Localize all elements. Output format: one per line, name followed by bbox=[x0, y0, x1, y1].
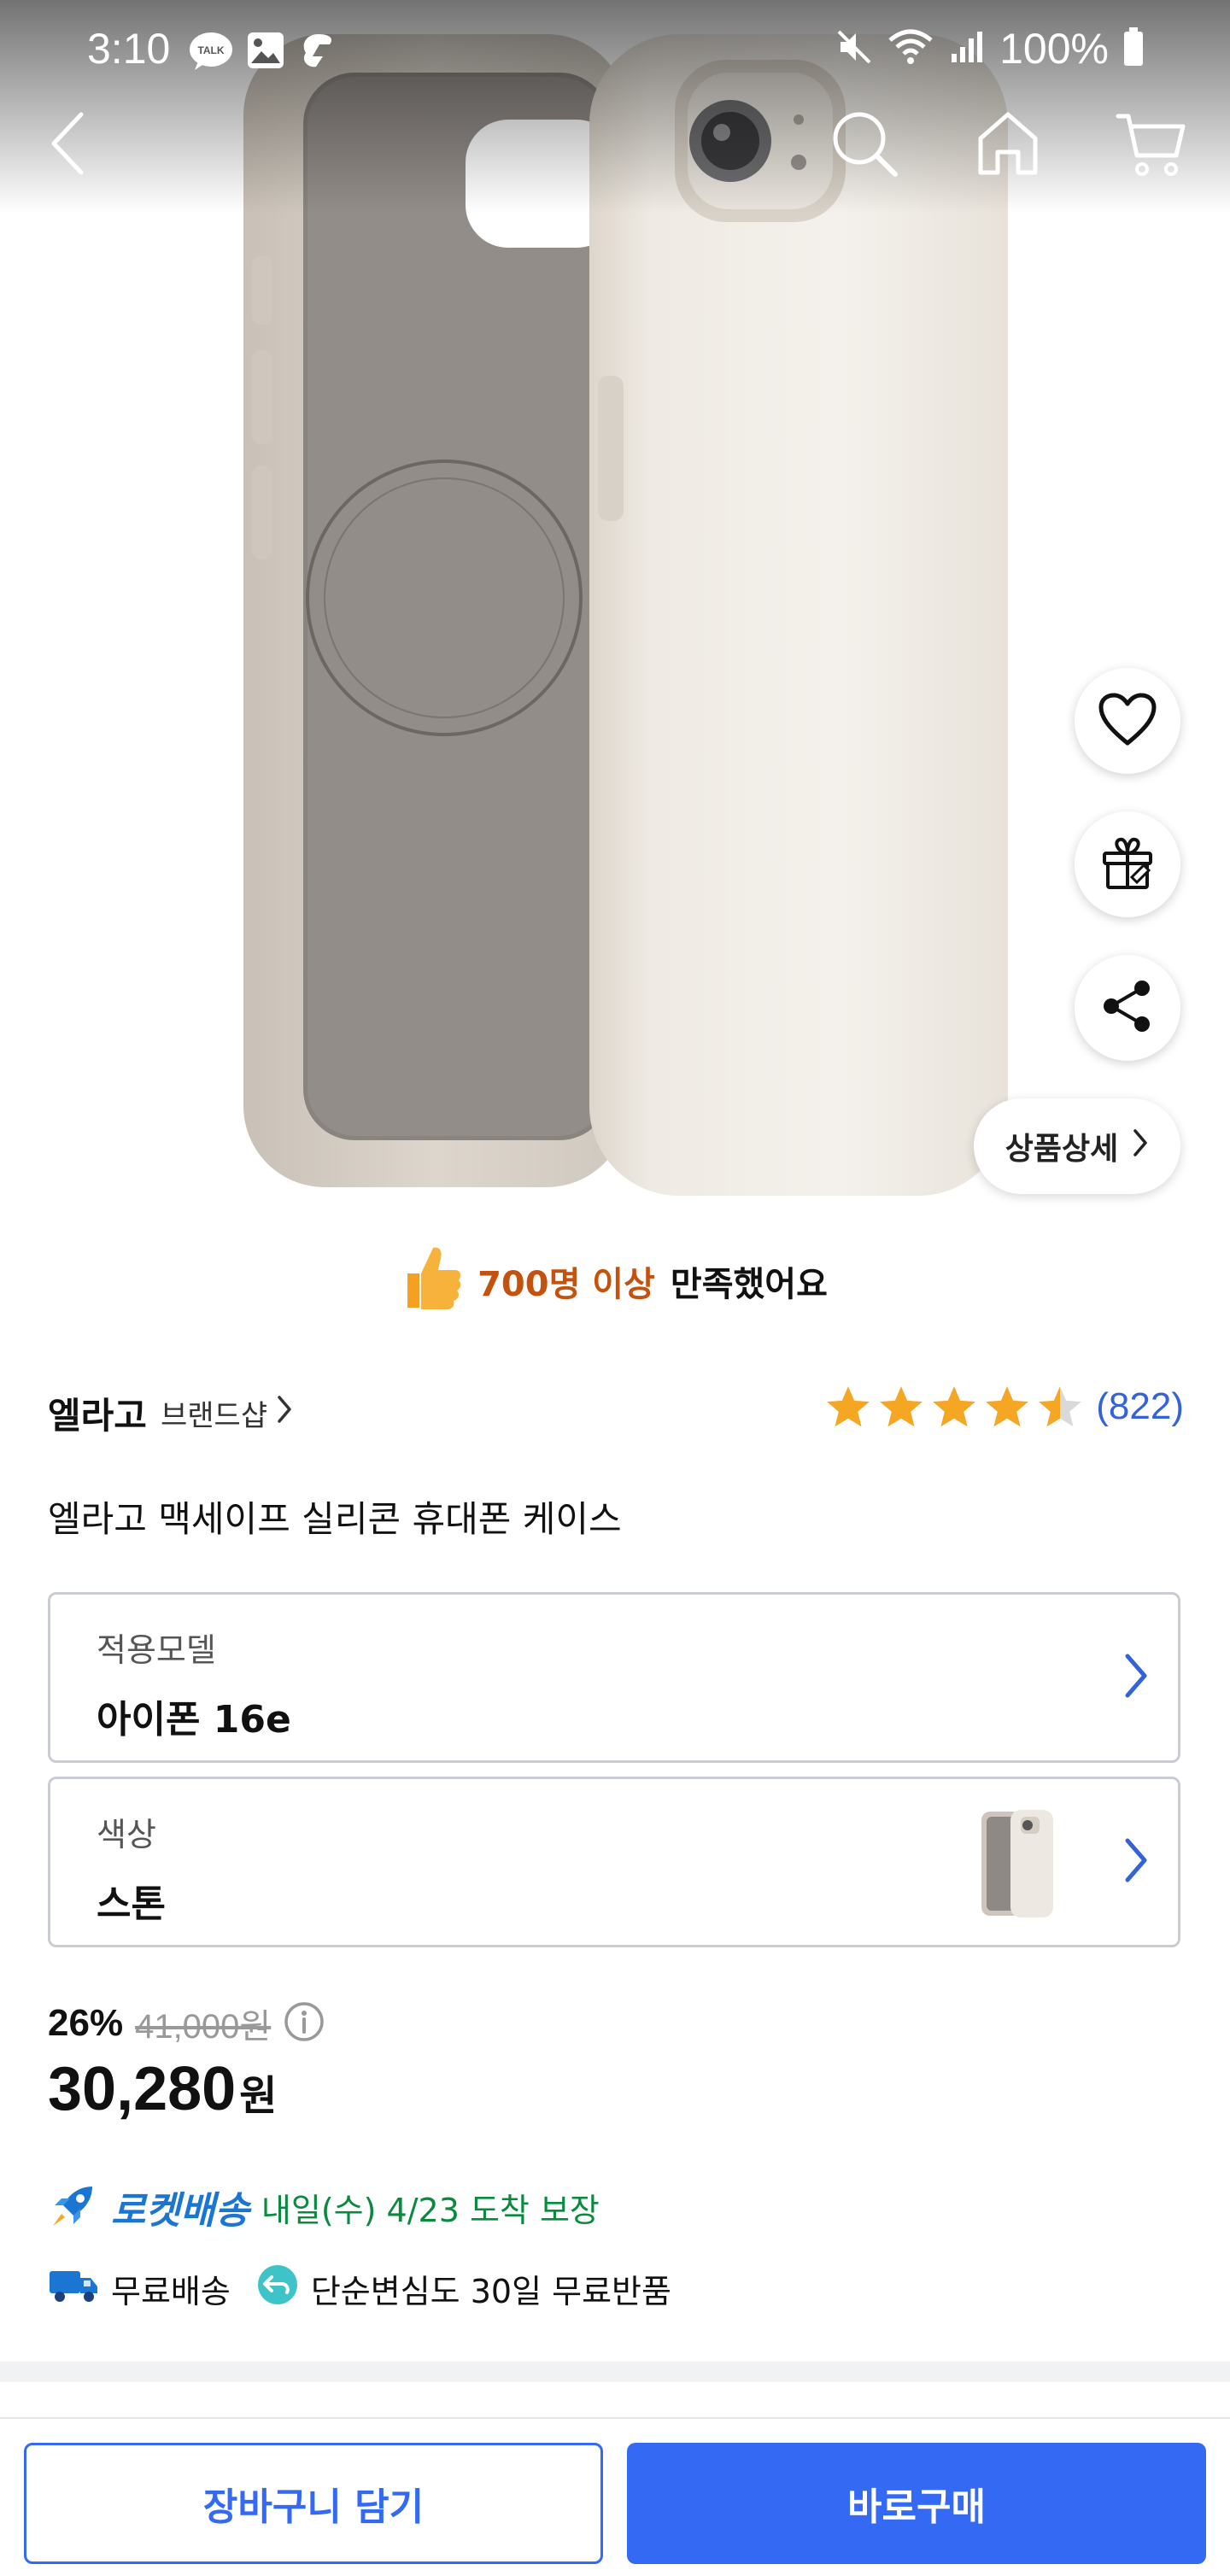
wifi-icon bbox=[887, 28, 934, 69]
option-model[interactable]: 적용모델 아이폰 16e bbox=[48, 1592, 1180, 1763]
discount-rate: 26% bbox=[48, 2002, 124, 2044]
cart-icon bbox=[1115, 109, 1188, 181]
threads-icon bbox=[297, 31, 340, 75]
status-time: 3:10 bbox=[87, 25, 171, 73]
status-bar: 3:10 TALK 100% bbox=[0, 19, 1230, 84]
price-unit: 원 bbox=[239, 2072, 278, 2120]
option-color-value: 스톤 bbox=[97, 1882, 166, 1926]
battery-icon bbox=[1122, 27, 1145, 70]
status-left-icons: TALK bbox=[188, 31, 340, 75]
option-model-label: 적용모델 bbox=[97, 1631, 216, 1669]
cart-button[interactable] bbox=[1109, 102, 1194, 188]
option-color[interactable]: 색상 스톤 bbox=[48, 1777, 1180, 1947]
option-color-label: 색상 bbox=[97, 1816, 156, 1853]
star-icon bbox=[933, 1386, 976, 1427]
kakaotalk-icon: TALK bbox=[188, 31, 234, 75]
top-nav bbox=[0, 102, 1230, 196]
original-price: 41,000원 bbox=[135, 2008, 272, 2046]
product-detail-label: 상품상세 bbox=[1004, 1132, 1119, 1167]
share-icon bbox=[1099, 978, 1156, 1038]
perks-row: 무료배송 단순변심도 30일 무료반품 bbox=[48, 2263, 671, 2314]
buy-now-button[interactable]: 바로구매 bbox=[627, 2443, 1206, 2564]
info-icon[interactable] bbox=[283, 2000, 325, 2046]
free-return-text: 단순변심도 30일 무료반품 bbox=[310, 2273, 671, 2310]
rating[interactable]: (822) bbox=[824, 1384, 1184, 1430]
bottom-action-bar: 장바구니 담기 바로구매 bbox=[0, 2417, 1230, 2576]
like-button[interactable] bbox=[1075, 668, 1180, 774]
gift-button[interactable] bbox=[1075, 811, 1180, 917]
brand-shop-label: 브랜드샵 bbox=[161, 1399, 268, 1433]
heart-icon bbox=[1098, 692, 1157, 750]
chevron-right-icon bbox=[276, 1394, 293, 1432]
truck-icon bbox=[48, 2266, 99, 2311]
rocket-delivery-label: 로켓배송 bbox=[111, 2189, 249, 2233]
brand-name[interactable]: 엘라고 bbox=[48, 1387, 147, 1439]
add-to-cart-button[interactable]: 장바구니 담기 bbox=[24, 2443, 603, 2564]
status-right: 100% bbox=[835, 24, 1145, 73]
star-icon bbox=[1039, 1386, 1082, 1427]
home-icon bbox=[974, 109, 1042, 181]
return-icon bbox=[256, 2263, 299, 2314]
search-icon bbox=[829, 108, 900, 183]
rocket-delivery-row: 로켓배송 내일(수) 4/23 도착 보장 bbox=[48, 2180, 600, 2234]
mute-icon bbox=[835, 28, 873, 69]
search-button[interactable] bbox=[822, 102, 907, 188]
star-icon bbox=[986, 1386, 1029, 1427]
arrival-guarantee: 내일(수) 4/23 도착 보장 bbox=[261, 2191, 600, 2229]
product-page: 3:10 TALK 100% 상품상세 700명 이상 만족했어요 엘라고 브랜… bbox=[0, 0, 1230, 2576]
chevron-right-icon bbox=[1132, 1127, 1149, 1166]
share-button[interactable] bbox=[1075, 955, 1180, 1061]
chevron-right-icon bbox=[1123, 1836, 1149, 1888]
satisfaction-count: 700명 이상 bbox=[477, 1265, 655, 1304]
discount-row: 26% 41,000원 bbox=[48, 1999, 325, 2048]
product-detail-button[interactable]: 상품상세 bbox=[974, 1098, 1180, 1194]
rating-stars bbox=[824, 1384, 1084, 1430]
satisfaction-text: 만족했어요 bbox=[670, 1265, 828, 1304]
rating-count: (822) bbox=[1096, 1385, 1184, 1427]
chevron-right-icon bbox=[1123, 1652, 1149, 1703]
signal-icon bbox=[948, 28, 986, 69]
rocket-icon bbox=[48, 2180, 99, 2234]
satisfaction-banner: 700명 이상 만족했어요 bbox=[0, 1238, 1230, 1324]
gallery-icon bbox=[246, 31, 285, 75]
svg-text:TALK: TALK bbox=[197, 44, 224, 56]
price-row: 30,280 원 bbox=[48, 2054, 277, 2124]
back-button[interactable] bbox=[26, 102, 111, 188]
gift-icon bbox=[1099, 834, 1156, 894]
thumbs-up-icon bbox=[402, 1243, 462, 1320]
option-model-value: 아이폰 16e bbox=[97, 1698, 291, 1742]
back-arrow-icon bbox=[47, 109, 90, 181]
brand-shop-link[interactable]: 브랜드샵 bbox=[161, 1392, 293, 1434]
home-button[interactable] bbox=[965, 102, 1051, 188]
star-icon bbox=[880, 1386, 923, 1427]
current-price: 30,280 bbox=[48, 2055, 237, 2123]
battery-percent: 100% bbox=[999, 25, 1109, 73]
free-shipping-text: 무료배송 bbox=[111, 2273, 231, 2310]
option-color-thumbnail bbox=[976, 1805, 1058, 1921]
brand-row: 엘라고 브랜드샵 (822) bbox=[48, 1377, 1184, 1445]
star-icon bbox=[827, 1386, 870, 1427]
product-title: 엘라고 맥세이프 실리콘 휴대폰 케이스 bbox=[48, 1498, 622, 1540]
section-divider bbox=[0, 2362, 1230, 2382]
